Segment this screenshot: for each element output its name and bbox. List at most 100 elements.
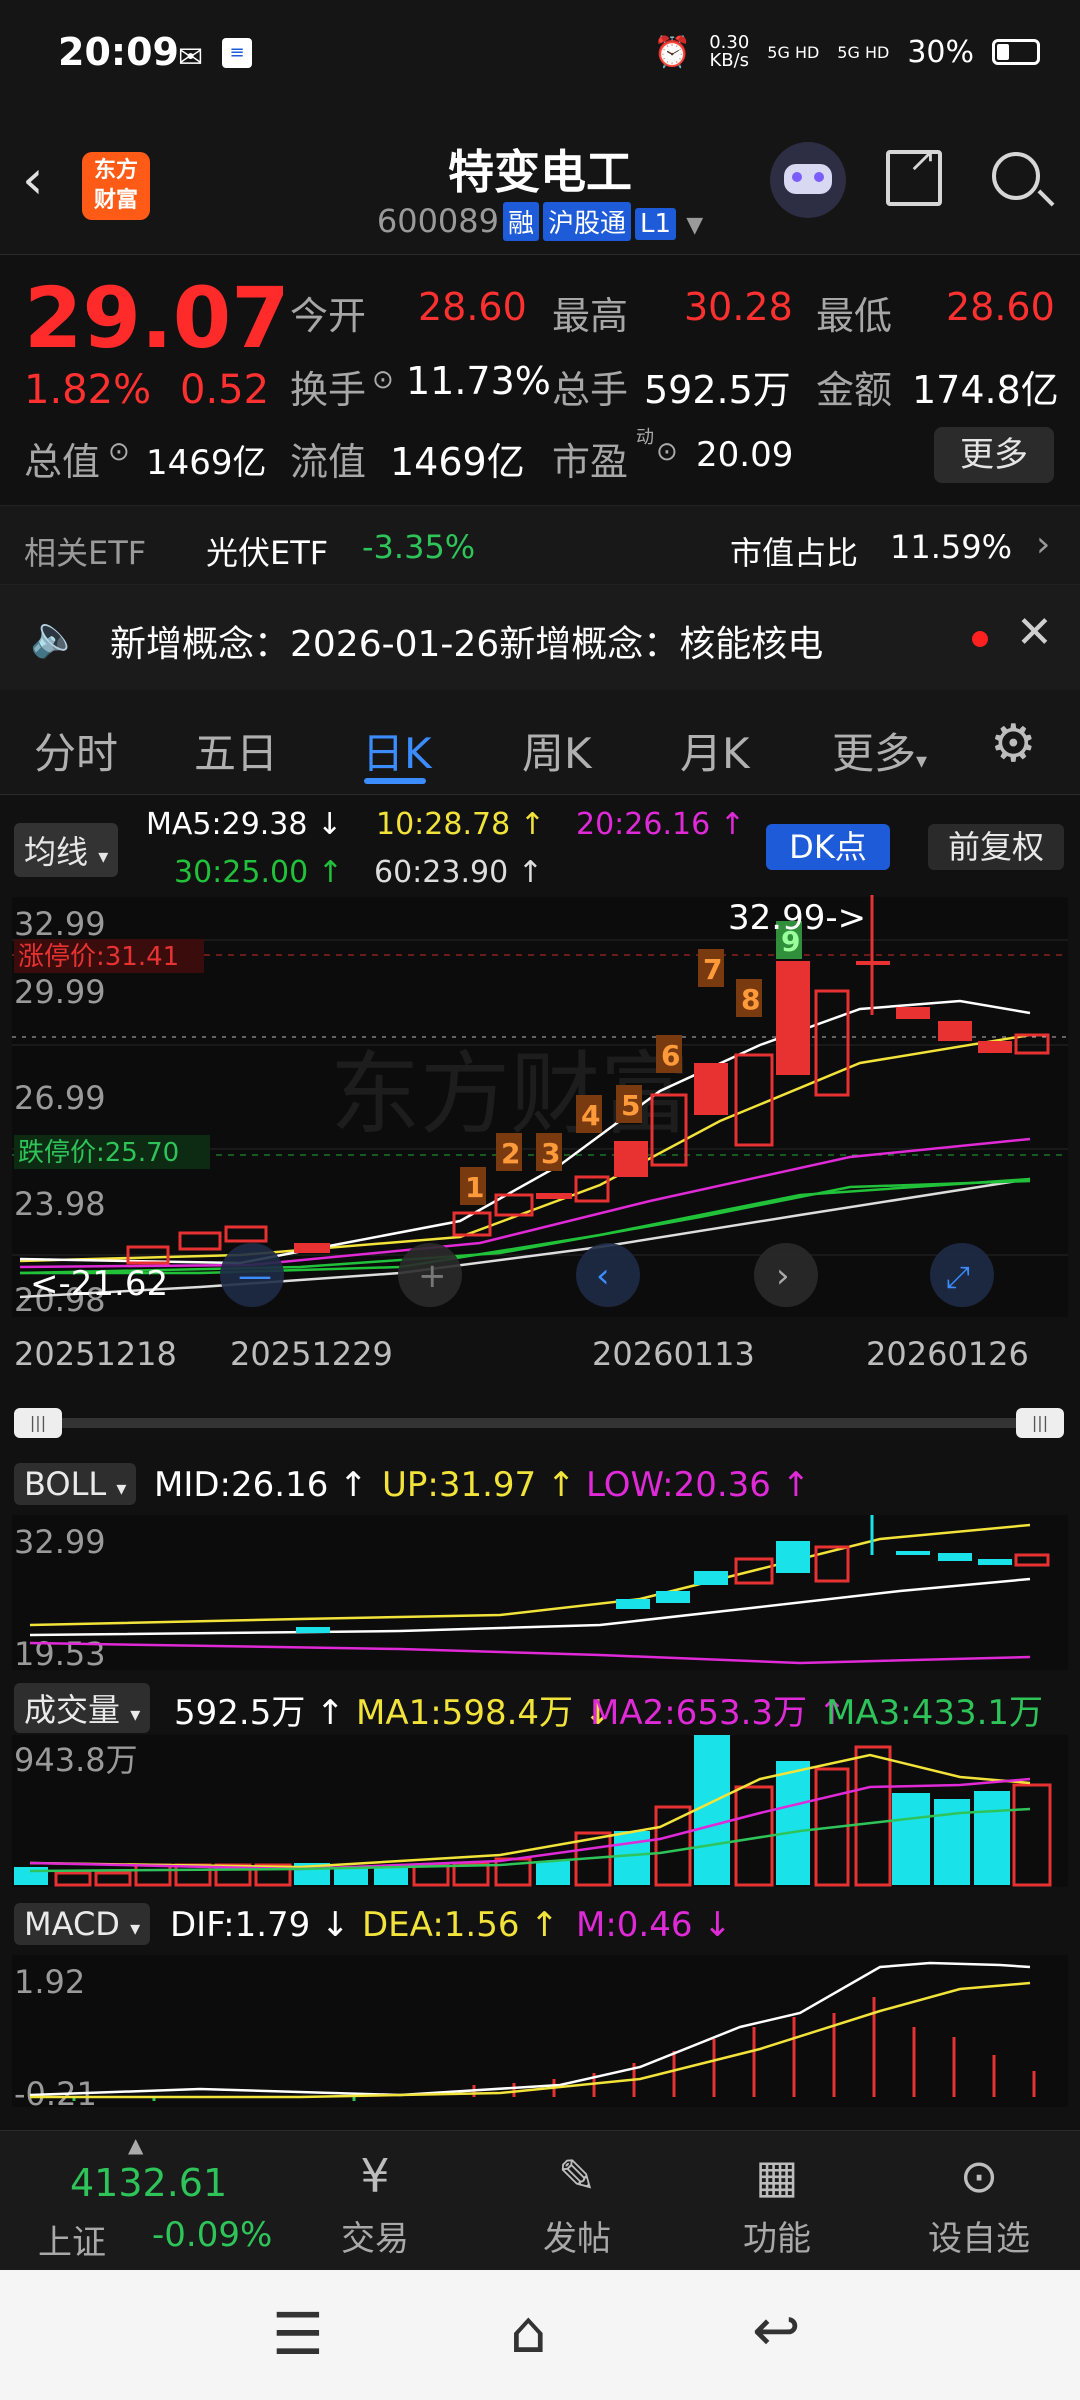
ma20-value: 20:26.16 ↑ bbox=[576, 807, 745, 842]
pe-dynamic-label: 动 bbox=[636, 427, 654, 448]
ma10-value: 10:28.78 ↑ bbox=[376, 807, 545, 842]
tab-intraday[interactable]: 分时 bbox=[34, 720, 118, 781]
settings-gear-icon[interactable]: ⚙ bbox=[990, 714, 1037, 774]
signal-2: 5G HD bbox=[837, 42, 890, 62]
ma60-value: 60:23.90 ↑ bbox=[374, 855, 543, 890]
mcap-value: 1469亿 bbox=[146, 443, 267, 483]
back-nav-icon[interactable]: ↩ bbox=[752, 2296, 801, 2364]
indicator-selector-volume[interactable]: 成交量 ▾ bbox=[14, 1683, 151, 1733]
stock-subtitle[interactable]: 600089 融沪股通 L1 ▼ bbox=[0, 202, 1080, 241]
net-speed: 0.30 KB/s bbox=[709, 32, 750, 71]
limit-down-label: 跌停价:25.70 bbox=[18, 1138, 179, 1168]
date-label: 20260126 bbox=[866, 1335, 1029, 1373]
macd-dea: DEA:1.56 ↑ bbox=[362, 1905, 559, 1945]
indicator-selector-boll[interactable]: BOLL ▾ bbox=[14, 1463, 137, 1505]
speaker-icon: 🔈 bbox=[30, 614, 80, 660]
etf-name: 光伏ETF bbox=[206, 534, 329, 572]
low-price-marker: <-21.62 bbox=[30, 1264, 168, 1304]
svg-text:—: — bbox=[238, 1256, 272, 1296]
status-bar: 20:09 ✉ ≡ ⏰ 0.30 KB/s 5G HD 5G HD 30% bbox=[0, 0, 1080, 120]
svg-text:2: 2 bbox=[501, 1137, 520, 1170]
index-value[interactable]: 4132.61 bbox=[70, 2161, 227, 2205]
svg-text:3: 3 bbox=[541, 1137, 560, 1170]
range-handle-right[interactable]: ||| bbox=[1016, 1408, 1064, 1438]
volume-top-label: 943.8万 bbox=[14, 1741, 138, 1779]
date-label: 20260113 bbox=[592, 1335, 755, 1373]
battery-text: 30% bbox=[907, 34, 974, 70]
search-icon[interactable] bbox=[992, 152, 1055, 207]
indicator-selector-ma[interactable]: 均线 ▾ bbox=[14, 823, 119, 877]
grid-icon: ▦ bbox=[755, 2149, 799, 2203]
svg-text:+: + bbox=[418, 1256, 447, 1296]
dk-point-button[interactable]: DK点 bbox=[766, 824, 890, 870]
related-etf-row[interactable]: 相关ETF 光伏ETF -3.35% 市值占比 11.59% › bbox=[0, 505, 1080, 585]
volume-label: 总手 bbox=[552, 368, 629, 412]
macd-chart[interactable]: 1.92 -0.21 bbox=[0, 1955, 1080, 2110]
candle-down bbox=[896, 1007, 930, 1019]
svg-text:›: › bbox=[776, 1256, 790, 1296]
volume-chart[interactable]: 943.8万 bbox=[0, 1735, 1080, 1890]
tab-five-day[interactable]: 五日 bbox=[194, 720, 278, 781]
boll-legend: BOLL ▾ MID:26.16 ↑ UP:31.97 ↑ LOW:20.36 … bbox=[0, 1455, 1080, 1515]
tab-more[interactable]: 更多▾ bbox=[832, 720, 927, 781]
function-button[interactable]: ▦ 功能 bbox=[712, 2149, 842, 2260]
high-label: 最高 bbox=[552, 294, 629, 338]
mcap-label: 总值 bbox=[24, 440, 101, 484]
volume-legend: 成交量 ▾ 592.5万 ↑ MA1:598.4万 ↓ MA2:653.3万 ↑… bbox=[0, 1675, 1080, 1774]
etf-change: -3.35% bbox=[362, 528, 476, 566]
open-label: 今开 bbox=[290, 294, 367, 338]
tab-weekly-k[interactable]: 周K bbox=[522, 720, 592, 781]
adjust-mode-button[interactable]: 前复权 bbox=[928, 824, 1064, 870]
level-tag: L1 bbox=[635, 208, 677, 240]
limit-up-label: 涨停价:31.41 bbox=[18, 942, 179, 972]
hgt-tag: 沪股通 bbox=[543, 202, 632, 241]
active-tab-indicator bbox=[364, 778, 426, 784]
boll-up: UP:31.97 ↑ bbox=[382, 1465, 576, 1505]
battery-icon bbox=[992, 39, 1040, 65]
share-icon[interactable]: ↗ bbox=[886, 140, 942, 206]
svg-text:⤢: ⤢ bbox=[946, 1260, 970, 1295]
stock-code: 600089 bbox=[376, 202, 499, 240]
high-price-marker: 32.99-> bbox=[728, 898, 866, 938]
info-icon[interactable]: ⊙ bbox=[656, 437, 678, 467]
low-value: 28.60 bbox=[946, 285, 1055, 329]
add-watchlist-button[interactable]: ⊙ 设自选 bbox=[914, 2149, 1044, 2260]
date-label: 20251229 bbox=[230, 1335, 393, 1373]
float-value: 1469亿 bbox=[390, 440, 525, 484]
concept-notice[interactable]: 🔈 新增概念：2026-01-26新增概念：核能核电 ✕ bbox=[0, 585, 1080, 690]
boll-low: LOW:20.36 ↑ bbox=[586, 1465, 811, 1505]
robot-assistant-icon[interactable] bbox=[770, 142, 846, 218]
etf-label: 相关ETF bbox=[24, 534, 147, 572]
range-handle-left[interactable]: ||| bbox=[14, 1408, 62, 1438]
info-icon[interactable]: ⊙ bbox=[108, 437, 130, 467]
post-button[interactable]: ✎ 发帖 bbox=[512, 2149, 642, 2260]
more-button[interactable]: 更多 bbox=[934, 427, 1054, 483]
info-icon[interactable]: ⊙ bbox=[372, 365, 394, 395]
app-notification-icon: ≡ bbox=[222, 38, 252, 68]
tab-monthly-k[interactable]: 月K bbox=[680, 720, 750, 781]
svg-text:7: 7 bbox=[703, 953, 722, 986]
tab-daily-k[interactable]: 日K bbox=[362, 720, 432, 781]
range-slider-track[interactable] bbox=[14, 1418, 1064, 1428]
boll-chart[interactable]: 32.99 19.53 bbox=[0, 1515, 1080, 1673]
trade-button[interactable]: ¥ 交易 bbox=[310, 2149, 440, 2260]
svg-text:6: 6 bbox=[661, 1039, 680, 1072]
close-icon[interactable]: ✕ bbox=[1016, 607, 1053, 658]
low-label: 最低 bbox=[816, 294, 893, 338]
kline-chart[interactable]: 东方财富 涨停价:31.41 跌停价:25.70 32.99 29.99 26.… bbox=[0, 895, 1080, 1375]
chevron-right-icon: › bbox=[1036, 524, 1051, 565]
candle-down bbox=[294, 1243, 330, 1253]
volume-ma2: MA2:653.3万 ↑ bbox=[590, 1693, 847, 1733]
signal-1: 5G HD bbox=[767, 42, 820, 62]
status-right: ⏰ 0.30 KB/s 5G HD 5G HD 30% bbox=[654, 34, 1040, 70]
macd-legend: MACD ▾ DIF:1.79 ↓ DEA:1.56 ↑ M:0.46 ↓ bbox=[0, 1895, 1080, 1955]
alarm-icon: ⏰ bbox=[653, 34, 692, 70]
menu-icon[interactable]: ☰ bbox=[272, 2300, 324, 2368]
candle-down bbox=[614, 1141, 648, 1177]
price-axis-label: 26.99 bbox=[14, 1079, 106, 1117]
indicator-selector-macd[interactable]: MACD ▾ bbox=[14, 1903, 151, 1945]
home-icon[interactable]: ⌂ bbox=[510, 2298, 547, 2366]
ma30-value: 30:25.00 ↑ bbox=[174, 855, 343, 890]
ma5-value: MA5:29.38 ↓ bbox=[146, 807, 343, 842]
period-tabs: 分时 五日 日K 周K 月K 更多▾ ⚙ bbox=[0, 690, 1080, 795]
